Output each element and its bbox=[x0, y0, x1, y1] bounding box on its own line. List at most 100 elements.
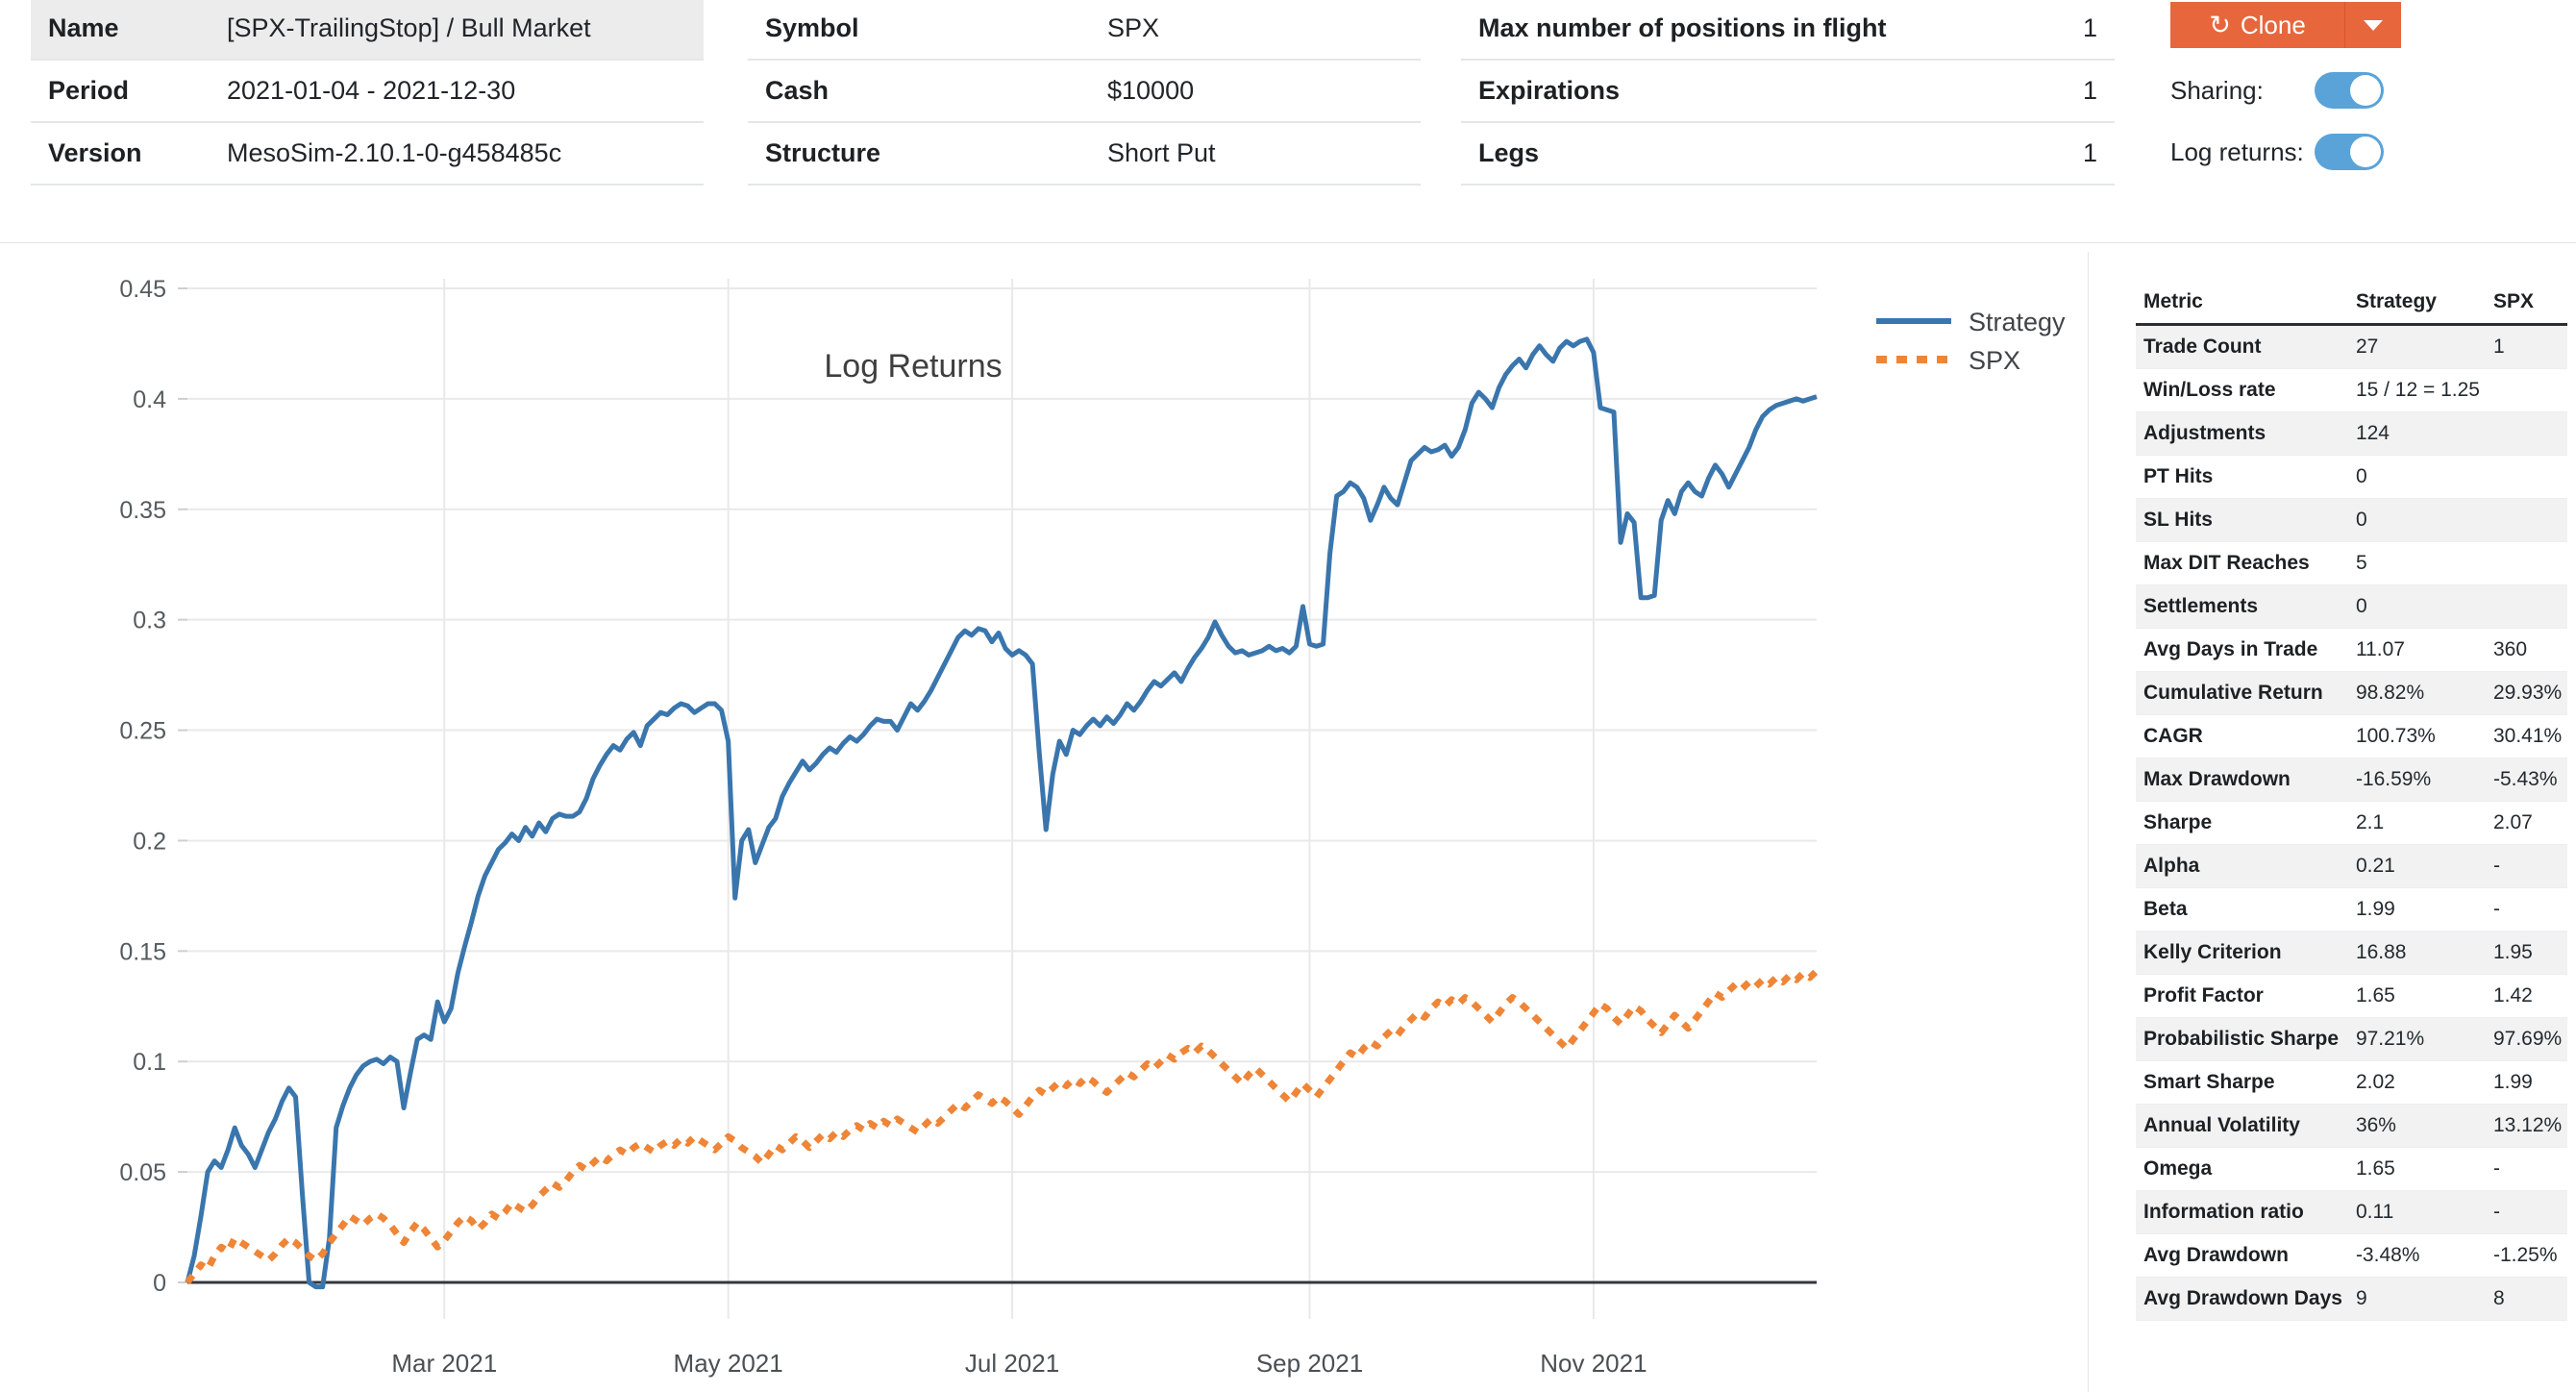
table-row: VersionMesoSim-2.10.1-0-g458485c bbox=[31, 122, 704, 185]
sharing-toggle[interactable] bbox=[2315, 72, 2384, 109]
metrics-row: Cumulative Return98.82%29.93% bbox=[2136, 672, 2567, 715]
row-value: 2021-01-04 - 2021-12-30 bbox=[210, 60, 704, 122]
row-key: Expirations bbox=[1461, 60, 2034, 122]
metric-spx-value: 1 bbox=[2486, 325, 2567, 369]
metric-strategy-value: 16.88 bbox=[2348, 932, 2486, 975]
row-value: MesoSim-2.10.1-0-g458485c bbox=[210, 122, 704, 185]
table-row: SymbolSPX bbox=[748, 0, 1421, 60]
metric-spx-value: 13.12% bbox=[2486, 1105, 2567, 1148]
metric-name: Win/Loss rate bbox=[2136, 369, 2348, 412]
table-row: Period2021-01-04 - 2021-12-30 bbox=[31, 60, 704, 122]
metric-strategy-value: -16.59% bbox=[2348, 758, 2486, 802]
row-key: Version bbox=[31, 122, 210, 185]
metrics-row: Win/Loss rate15 / 12 = 1.25 bbox=[2136, 369, 2567, 412]
chevron-down-icon bbox=[2364, 20, 2383, 31]
sharing-label: Sharing: bbox=[2170, 76, 2315, 106]
metrics-row: Kelly Criterion16.881.95 bbox=[2136, 932, 2567, 975]
metric-name: CAGR bbox=[2136, 715, 2348, 758]
row-value: [SPX-TrailingStop] / Bull Market bbox=[210, 0, 704, 60]
row-value: 1 bbox=[2034, 0, 2115, 60]
y-tick-label: 0 bbox=[153, 1270, 166, 1297]
series-line-spx bbox=[187, 971, 1817, 1282]
metric-spx-value: 360 bbox=[2486, 629, 2567, 672]
row-value: $10000 bbox=[1090, 60, 1421, 122]
metric-strategy-value: 0 bbox=[2348, 499, 2486, 542]
metrics-row: Max Drawdown-16.59%-5.43% bbox=[2136, 758, 2567, 802]
metric-strategy-value: 2.02 bbox=[2348, 1061, 2486, 1105]
metric-name: Avg Drawdown Days bbox=[2136, 1278, 2348, 1321]
metrics-row: Avg Drawdown Days98 bbox=[2136, 1278, 2567, 1321]
row-key: Cash bbox=[748, 60, 1090, 122]
row-value: 1 bbox=[2034, 60, 2115, 122]
metrics-row: Settlements0 bbox=[2136, 585, 2567, 629]
backtest-report-page: Name[SPX-TrailingStop] / Bull MarketPeri… bbox=[0, 0, 2576, 1392]
metric-spx-value bbox=[2486, 412, 2567, 456]
strategy-info-table: Name[SPX-TrailingStop] / Bull MarketPeri… bbox=[31, 0, 704, 186]
sharing-control-row: Sharing: bbox=[2170, 71, 2555, 110]
clone-dropdown-button[interactable] bbox=[2345, 2, 2401, 48]
metric-name: Alpha bbox=[2136, 845, 2348, 888]
y-tick-label: 0.25 bbox=[119, 718, 166, 745]
clone-button-group[interactable]: ↻ Clone bbox=[2170, 2, 2401, 48]
metric-name: Avg Days in Trade bbox=[2136, 629, 2348, 672]
sharing-toggle-knob bbox=[2350, 75, 2381, 106]
table-row: Legs1 bbox=[1461, 122, 2115, 185]
x-tick-label: Jul 2021 bbox=[965, 1349, 1059, 1378]
metric-name: Trade Count bbox=[2136, 325, 2348, 369]
metrics-column-header: Metric bbox=[2136, 285, 2348, 325]
metric-strategy-value: 1.65 bbox=[2348, 975, 2486, 1018]
metrics-row: Sharpe2.12.07 bbox=[2136, 802, 2567, 845]
metric-name: Information ratio bbox=[2136, 1191, 2348, 1234]
instrument-info-body: SymbolSPXCash$10000StructureShort Put bbox=[748, 0, 1421, 185]
metric-spx-value: -5.43% bbox=[2486, 758, 2567, 802]
summary-header: Name[SPX-TrailingStop] / Bull MarketPeri… bbox=[0, 0, 2576, 242]
clone-button-label: Clone bbox=[2241, 11, 2306, 40]
legend-label-spx[interactable]: SPX bbox=[1969, 346, 2020, 375]
metric-spx-value bbox=[2486, 456, 2567, 499]
position-info-body: Max number of positions in flight1Expira… bbox=[1461, 0, 2115, 185]
metric-name: Probabilistic Sharpe bbox=[2136, 1018, 2348, 1061]
metric-name: Profit Factor bbox=[2136, 975, 2348, 1018]
log-returns-control-row: Log returns: bbox=[2170, 133, 2555, 171]
metric-name: Omega bbox=[2136, 1148, 2348, 1191]
metric-spx-value: - bbox=[2486, 1148, 2567, 1191]
log-returns-toggle[interactable] bbox=[2315, 134, 2384, 170]
metric-spx-value: 29.93% bbox=[2486, 672, 2567, 715]
y-tick-label: 0.3 bbox=[133, 608, 166, 634]
table-row: Expirations1 bbox=[1461, 60, 2115, 122]
row-value: 1 bbox=[2034, 122, 2115, 185]
metric-strategy-value: 0.11 bbox=[2348, 1191, 2486, 1234]
metric-strategy-value: 27 bbox=[2348, 325, 2486, 369]
metrics-row: CAGR100.73%30.41% bbox=[2136, 715, 2567, 758]
metric-name: Annual Volatility bbox=[2136, 1105, 2348, 1148]
metric-spx-value: 1.99 bbox=[2486, 1061, 2567, 1105]
y-tick-label: 0.15 bbox=[119, 938, 166, 965]
metrics-table: MetricStrategySPX Trade Count271Win/Loss… bbox=[2136, 285, 2567, 1321]
metric-spx-value: - bbox=[2486, 888, 2567, 932]
metrics-row: Omega1.65- bbox=[2136, 1148, 2567, 1191]
metric-strategy-value: 97.21% bbox=[2348, 1018, 2486, 1061]
clone-button[interactable]: ↻ Clone bbox=[2170, 2, 2345, 48]
refresh-icon: ↻ bbox=[2209, 12, 2231, 38]
metric-name: Cumulative Return bbox=[2136, 672, 2348, 715]
y-tick-label: 0.05 bbox=[119, 1159, 166, 1186]
metric-strategy-value: 36% bbox=[2348, 1105, 2486, 1148]
metric-spx-value: 30.41% bbox=[2486, 715, 2567, 758]
metrics-row: Avg Drawdown-3.48%-1.25% bbox=[2136, 1234, 2567, 1278]
position-info-table: Max number of positions in flight1Expira… bbox=[1461, 0, 2115, 186]
metrics-table-head: MetricStrategySPX bbox=[2136, 285, 2567, 325]
metric-name: SL Hits bbox=[2136, 499, 2348, 542]
metric-spx-value: 1.95 bbox=[2486, 932, 2567, 975]
metrics-row: Beta1.99- bbox=[2136, 888, 2567, 932]
metric-name: Max Drawdown bbox=[2136, 758, 2348, 802]
legend-label-strategy[interactable]: Strategy bbox=[1969, 308, 2066, 336]
metrics-row: Annual Volatility36%13.12% bbox=[2136, 1105, 2567, 1148]
metric-strategy-value: 15 / 12 = 1.25 bbox=[2348, 369, 2486, 412]
header-divider bbox=[0, 242, 2576, 243]
metric-strategy-value: 100.73% bbox=[2348, 715, 2486, 758]
metric-strategy-value: 5 bbox=[2348, 542, 2486, 585]
metrics-row: Smart Sharpe2.021.99 bbox=[2136, 1061, 2567, 1105]
row-key: Name bbox=[31, 0, 210, 60]
x-tick-label: Sep 2021 bbox=[1256, 1349, 1363, 1378]
metrics-row: Adjustments124 bbox=[2136, 412, 2567, 456]
